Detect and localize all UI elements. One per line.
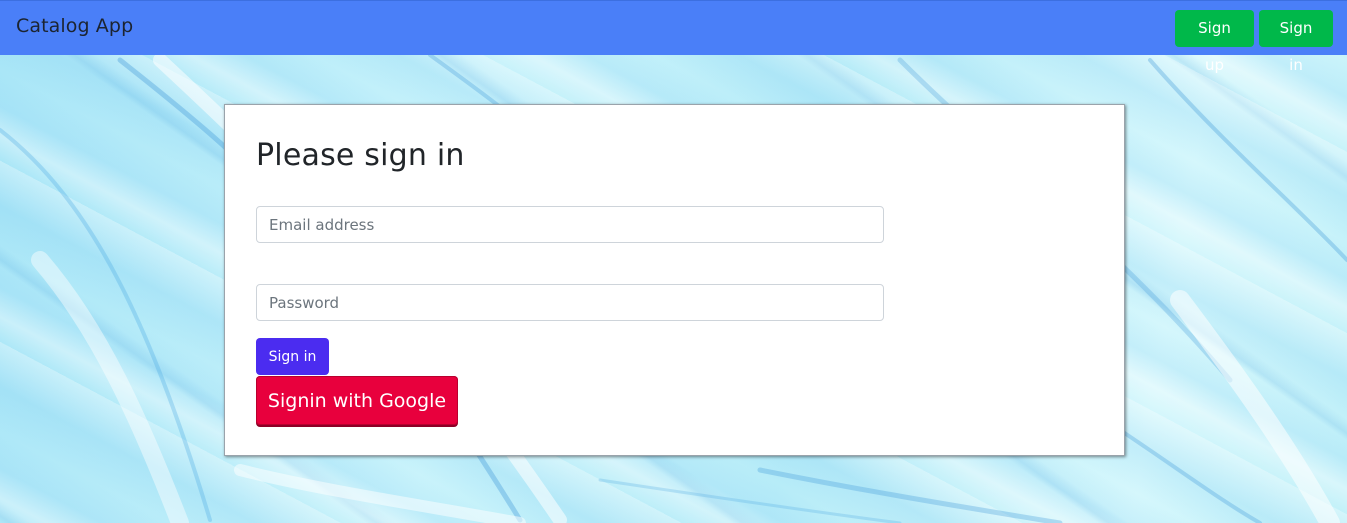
- page-title: Please sign in: [256, 138, 465, 173]
- google-signin-button[interactable]: Signin with Google: [256, 376, 458, 425]
- email-field[interactable]: [256, 206, 884, 243]
- page: Catalog App Sign up Sign in Please sign …: [0, 0, 1347, 523]
- signin-button[interactable]: Sign in: [256, 338, 329, 375]
- navbar: Catalog App Sign up Sign in: [0, 0, 1347, 74]
- signup-button[interactable]: Sign up: [1175, 10, 1254, 74]
- login-card: Please sign in Sign in Signin with Googl…: [224, 104, 1125, 456]
- brand-link[interactable]: Catalog App: [16, 15, 133, 37]
- nav-signin-button[interactable]: Sign in: [1259, 10, 1333, 74]
- password-field[interactable]: [256, 284, 884, 321]
